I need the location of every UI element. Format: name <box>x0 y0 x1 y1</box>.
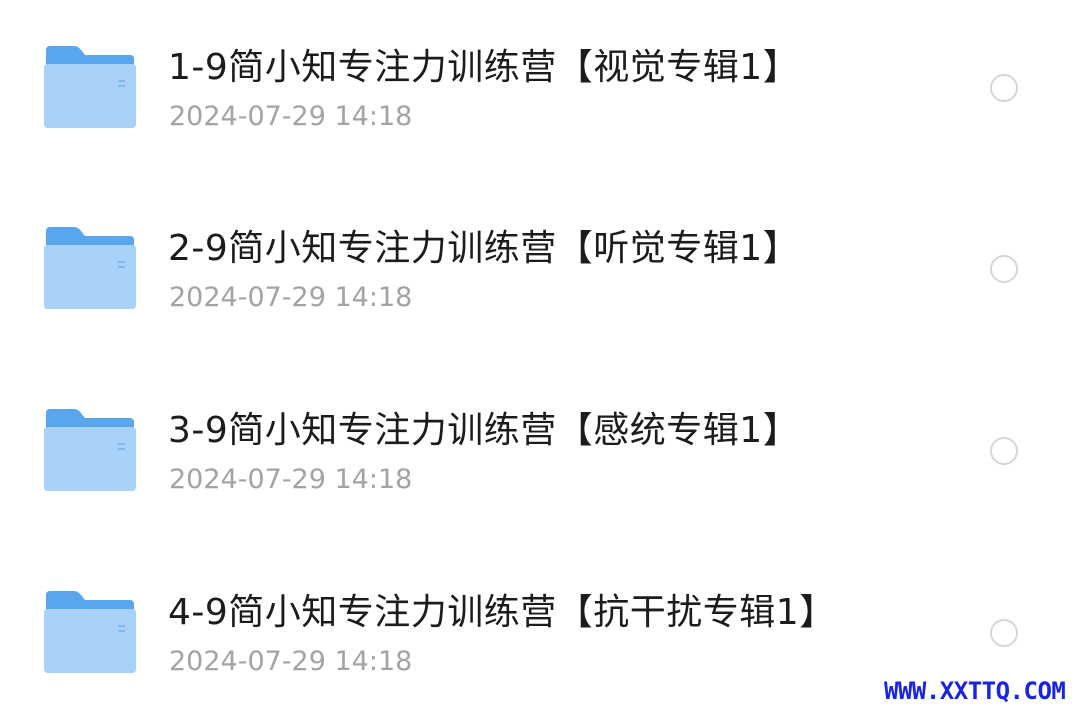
folder-date: 2024-07-29 14:18 <box>169 101 413 132</box>
select-radio[interactable] <box>990 619 1018 647</box>
select-radio[interactable] <box>990 74 1018 102</box>
folder-icon <box>44 591 136 673</box>
folder-title: 4-9简小知专注力训练营【抗干扰专辑1】 <box>168 592 836 633</box>
list-item[interactable]: 2-9简小知专注力训练营【听觉专辑1】 2024-07-29 14:18 <box>0 181 1080 362</box>
folder-title: 2-9简小知专注力训练营【听觉专辑1】 <box>168 228 800 269</box>
folder-date: 2024-07-29 14:18 <box>169 464 413 495</box>
list-item[interactable]: 3-9简小知专注力训练营【感统专辑1】 2024-07-29 14:18 <box>0 363 1080 544</box>
folder-icon <box>44 409 136 491</box>
select-radio[interactable] <box>990 437 1018 465</box>
folder-icon <box>44 227 136 309</box>
list-item[interactable]: 1-9简小知专注力训练营【视觉专辑1】 2024-07-29 14:18 <box>0 0 1080 181</box>
folder-date: 2024-07-29 14:18 <box>169 646 413 677</box>
folder-title: 3-9简小知专注力训练营【感统专辑1】 <box>168 410 800 451</box>
folder-title: 1-9简小知专注力训练营【视觉专辑1】 <box>168 47 800 88</box>
folder-icon <box>44 46 136 128</box>
folder-date: 2024-07-29 14:18 <box>169 282 413 313</box>
watermark-text: WWW.XXTTQ.COM <box>884 677 1066 705</box>
select-radio[interactable] <box>990 255 1018 283</box>
